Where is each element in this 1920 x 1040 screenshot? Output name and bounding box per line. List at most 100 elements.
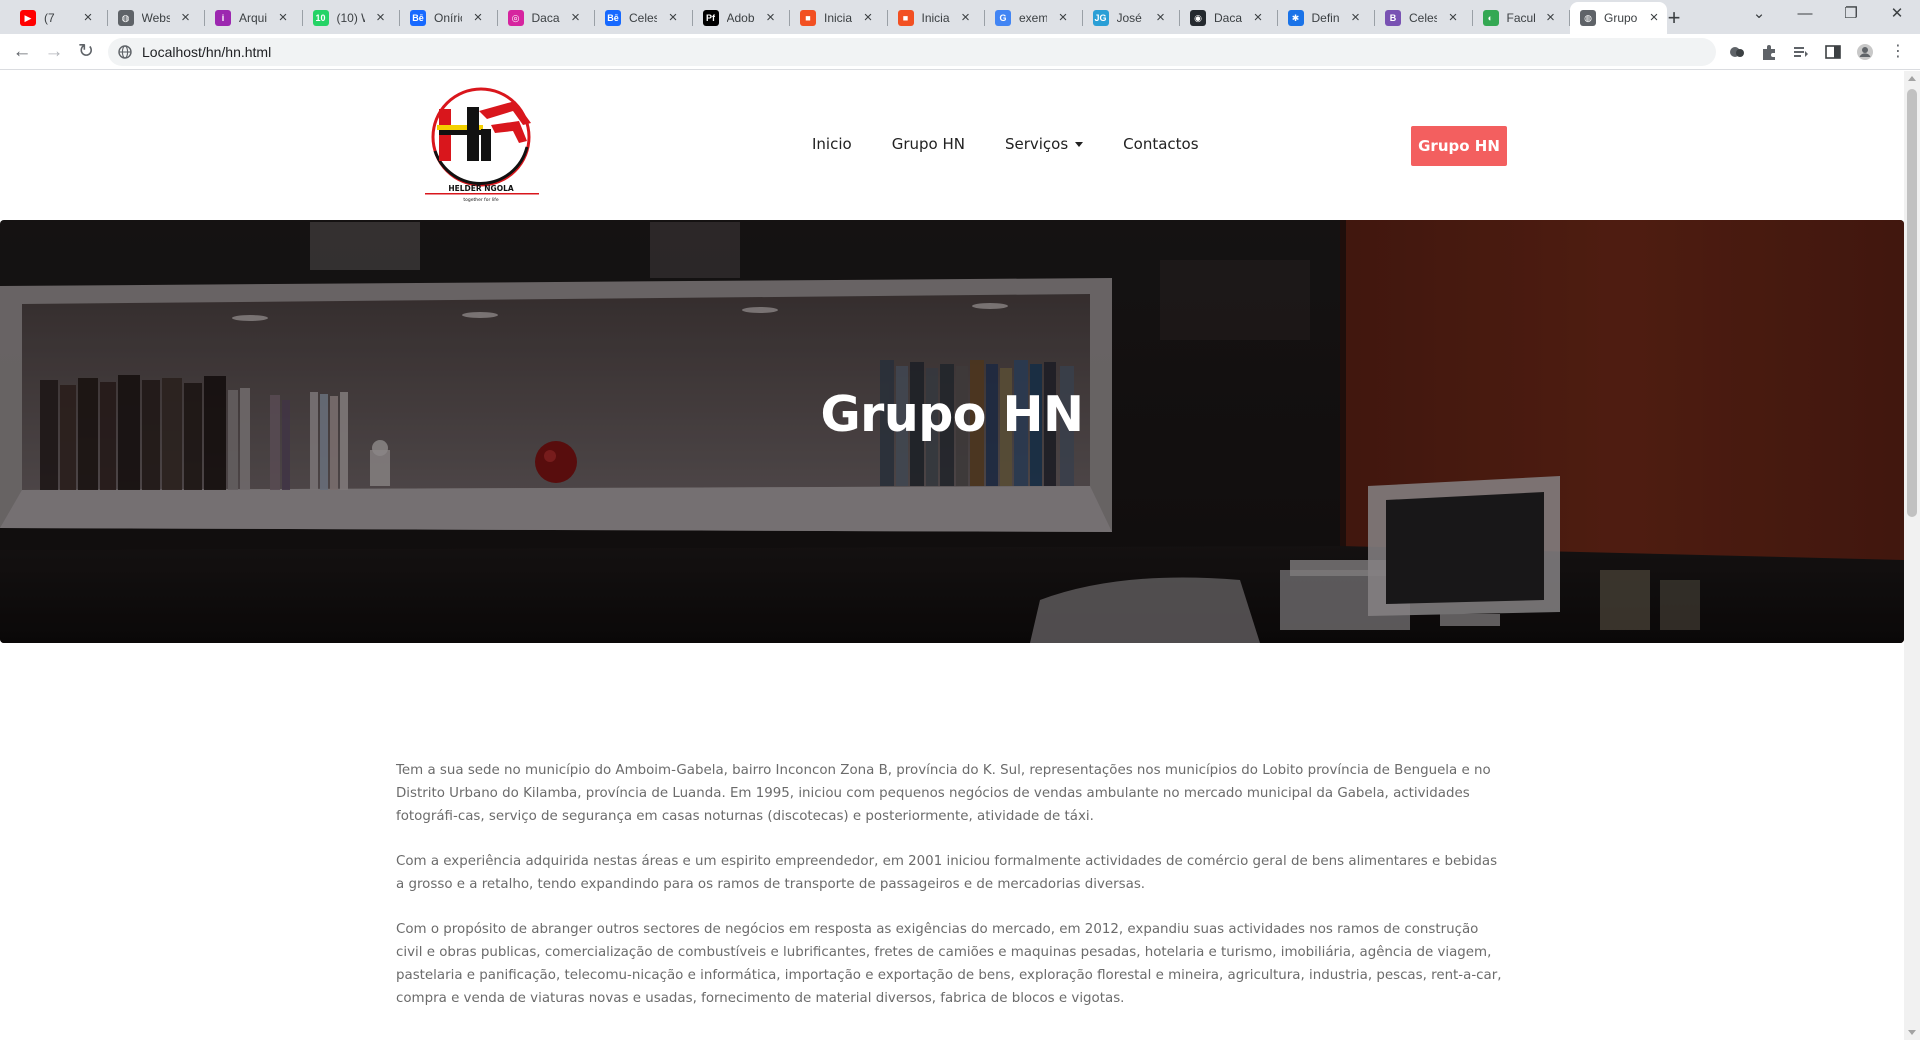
grupo-hn-button[interactable]: Grupo HN: [1411, 126, 1507, 166]
address-url: Localhost/hn/hn.html: [142, 44, 272, 60]
tab-close-icon[interactable]: ×: [763, 10, 779, 26]
tab-close-icon[interactable]: ×: [80, 10, 96, 26]
tab-title: Celest: [1409, 11, 1437, 25]
tab-close-icon[interactable]: ×: [1543, 10, 1559, 26]
nav-link-label: Grupo HN: [891, 135, 965, 153]
browser-tab[interactable]: ◍ Grupo ×: [1570, 2, 1667, 34]
nav-link-contactos[interactable]: Contactos: [1123, 135, 1198, 153]
tab-close-icon[interactable]: ×: [1153, 10, 1169, 26]
circle-icon: i: [215, 10, 231, 26]
tab-title: Websi: [141, 11, 170, 25]
hero-banner: Grupo HN: [0, 220, 1904, 643]
restore-button[interactable]: ❐: [1828, 0, 1874, 30]
browser-tab[interactable]: i Arquit ×: [205, 2, 303, 34]
browser-tab-strip: ▶ (7 × ◍ Websi × i Arquit × 10 (10) W × Bē Oníric × ◎ Da…: [0, 0, 1920, 34]
tab-close-icon[interactable]: ×: [470, 10, 486, 26]
bootstrap-icon: B: [1385, 10, 1401, 26]
new-tab-button[interactable]: +: [1660, 4, 1688, 32]
tab-close-icon[interactable]: ×: [860, 10, 876, 26]
browser-tab[interactable]: ◉ Dacas ×: [1180, 2, 1278, 34]
behance-icon: Bē: [605, 10, 621, 26]
browser-tab[interactable]: ◎ Dacas ×: [498, 2, 595, 34]
browser-tab[interactable]: ◐ Facul ×: [1473, 2, 1570, 34]
helder-ngola-logo[interactable]: HELDER NGOLA together for life: [423, 85, 547, 203]
tab-close-icon[interactable]: ×: [178, 10, 194, 26]
nav-link-label: Inicio: [812, 135, 852, 153]
tab-title: Defini: [1311, 11, 1340, 25]
tab-close-icon[interactable]: ×: [568, 10, 584, 26]
nav-link-label: Contactos: [1123, 135, 1199, 153]
tab-title: Iniciar: [824, 11, 852, 25]
gear-icon: ✱: [1287, 10, 1304, 26]
tab-title: Dacas: [531, 11, 560, 25]
globe-icon: [118, 45, 132, 59]
tab-title: (7: [44, 11, 55, 25]
browser-tab[interactable]: 10 (10) W ×: [303, 2, 400, 34]
tab-close-icon[interactable]: ×: [1250, 10, 1266, 26]
tab-title: Grupo: [1604, 11, 1638, 25]
tab-title: Facul: [1506, 11, 1535, 25]
minimize-button[interactable]: —: [1782, 0, 1828, 30]
browser-tab[interactable]: Bē Oníric ×: [400, 2, 498, 34]
logo-tagline: together for life: [463, 197, 499, 203]
translate-icon[interactable]: [1728, 43, 1746, 61]
adobe-portfolio-icon: Pf: [702, 10, 719, 26]
browser-tab[interactable]: Bē Celest ×: [595, 2, 693, 34]
about-paragraph-3: Com o propósito de abranger outros secto…: [396, 922, 1502, 1006]
tab-close-icon[interactable]: ×: [1055, 10, 1071, 26]
nav-link-inicio[interactable]: Inicio: [812, 135, 852, 153]
microsoft-icon: ■: [800, 10, 816, 26]
tab-search-icon[interactable]: ⌄: [1736, 0, 1782, 30]
close-window-button[interactable]: ✕: [1874, 0, 1920, 30]
caret-down-icon: [1075, 141, 1084, 147]
globe-icon: ◍: [117, 10, 134, 26]
tab-title: (10) W: [336, 11, 365, 25]
tab-title: Iniciar: [921, 11, 950, 25]
tab-close-icon[interactable]: ×: [1445, 10, 1461, 26]
tab-close-icon[interactable]: ×: [665, 10, 681, 26]
nav-dropdown-servicos[interactable]: Serviços: [1005, 135, 1084, 153]
browser-tab[interactable]: ✱ Defini ×: [1278, 2, 1375, 34]
github-icon: ◉: [1190, 10, 1206, 26]
browser-toolbar: ← → ↻ Localhost/hn/hn.html ⋮: [0, 34, 1920, 70]
forward-arrow-icon[interactable]: →: [40, 38, 68, 66]
tab-close-icon[interactable]: ×: [1348, 10, 1364, 26]
extensions-puzzle-icon[interactable]: [1760, 43, 1778, 61]
tab-title: Dacas: [1214, 11, 1242, 25]
profile-avatar-icon[interactable]: [1856, 43, 1874, 61]
scroll-up-arrow-icon[interactable]: [1908, 76, 1916, 81]
scrollbar-thumb[interactable]: [1907, 89, 1917, 517]
browser-tab[interactable]: ■ Iniciar ×: [790, 2, 888, 34]
scroll-down-arrow-icon[interactable]: [1908, 1030, 1916, 1035]
browser-tab[interactable]: ◍ Websi ×: [108, 2, 205, 34]
address-bar[interactable]: Localhost/hn/hn.html: [108, 38, 1716, 66]
tab-title: Oníric: [434, 11, 462, 25]
youtube-icon: ▶: [20, 10, 36, 26]
about-section: Tem a sua sede no município do Amboim-Ga…: [396, 759, 1508, 1032]
browser-tab[interactable]: Gexem ×: [985, 2, 1083, 34]
browser-tab[interactable]: JG José C ×: [1083, 2, 1180, 34]
about-paragraph-1: Tem a sua sede no município do Amboim-Ga…: [396, 763, 1491, 824]
browser-tab[interactable]: ▶ (7 ×: [10, 2, 108, 34]
kebab-menu-icon[interactable]: ⋮: [1884, 38, 1912, 66]
instagram-icon: ◎: [507, 10, 524, 26]
logo-wordmark: HELDER NGOLA: [448, 184, 514, 193]
reload-icon[interactable]: ↻: [72, 38, 100, 66]
reading-list-icon[interactable]: [1792, 43, 1810, 61]
google-icon: G: [995, 10, 1011, 26]
tab-close-icon[interactable]: ×: [275, 10, 291, 26]
page-scrollbar[interactable]: [1904, 71, 1920, 1040]
tab-title: Celest: [629, 11, 657, 25]
microsoft-icon: ■: [897, 10, 914, 26]
side-panel-icon[interactable]: [1824, 43, 1842, 61]
browser-tab[interactable]: B Celest ×: [1375, 2, 1473, 34]
browser-tab[interactable]: ■ Iniciar ×: [888, 2, 985, 34]
nav-link-grupo-hn[interactable]: Grupo HN: [892, 135, 965, 153]
tab-close-icon[interactable]: ×: [373, 10, 389, 26]
tab-title: Arquit: [239, 11, 267, 25]
back-arrow-icon[interactable]: ←: [8, 38, 36, 66]
about-paragraph-2: Com a experiência adquirida nestas áreas…: [396, 854, 1498, 892]
tab-close-icon[interactable]: ×: [958, 10, 974, 26]
browser-tab[interactable]: Pf Adobe ×: [693, 2, 790, 34]
leaf-icon: ◐: [1482, 10, 1499, 26]
